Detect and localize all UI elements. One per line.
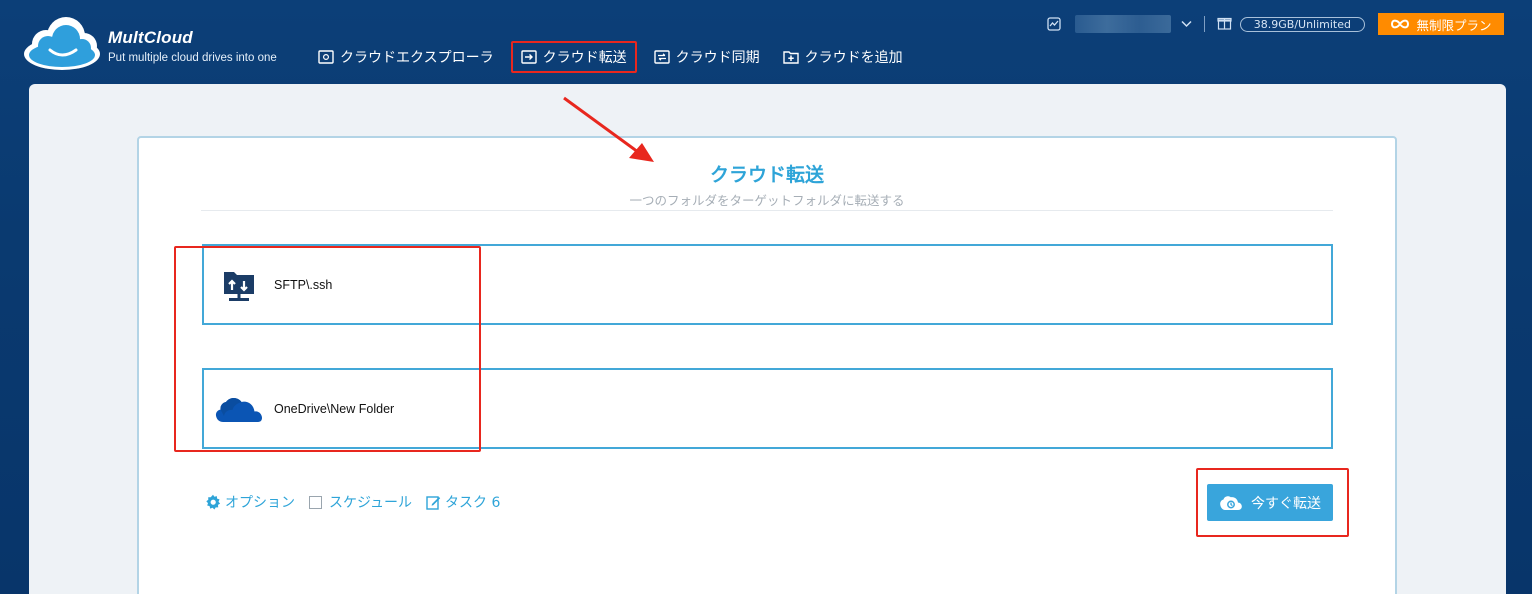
cloud-explorer-icon (318, 50, 334, 64)
storage-quota: 38.9GB/Unlimited (1239, 16, 1365, 32)
options-link[interactable]: オプション (205, 492, 295, 512)
nav-add-cloud[interactable]: クラウドを追加 (777, 43, 909, 71)
account-area: 38.9GB/Unlimited 無制限プラン (1047, 12, 1504, 36)
edit-icon (426, 495, 441, 510)
cloud-transfer-icon (1220, 495, 1242, 510)
transfer-now-label: 今すぐ転送 (1251, 495, 1321, 512)
onedrive-icon (215, 397, 262, 422)
task-name-link[interactable]: タスク 6 (426, 492, 500, 512)
unlimited-plan-button[interactable]: 無制限プラン (1378, 13, 1504, 35)
brand-tagline: Put multiple cloud drives into one (108, 52, 277, 64)
chevron-down-icon[interactable] (1181, 17, 1192, 31)
activity-icon[interactable] (1047, 17, 1061, 31)
page-title: クラウド転送 (709, 164, 824, 186)
infinity-icon (1391, 19, 1410, 29)
schedule-label: スケジュール (329, 495, 413, 511)
cloud-sync-icon (653, 50, 670, 64)
main-nav: クラウドエクスプローラ クラウド転送 クラウド同期 クラウドを追加 (312, 40, 920, 74)
options-label: オプション (225, 495, 295, 511)
nav-label: クラウド同期 (675, 50, 760, 66)
add-cloud-icon (782, 51, 799, 64)
target-folder-selector[interactable]: OneDrive\New Folder (202, 368, 1333, 449)
nav-label: クラウドを追加 (804, 50, 903, 66)
unlimited-plan-label: 無制限プラン (1416, 17, 1492, 33)
title-divider (201, 210, 1333, 211)
page-subtitle: 一つのフォルダをターゲットフォルダに転送する (629, 193, 905, 208)
cloud-transfer-card: クラウド転送 一つのフォルダをターゲットフォルダに転送する SFTP\.ssh (137, 136, 1397, 594)
multcloud-logo[interactable]: MultCloud Put multiple cloud drives into… (20, 14, 300, 72)
top-header: MultCloud Put multiple cloud drives into… (0, 0, 1532, 84)
cloud-transfer-icon (520, 50, 537, 64)
nav-cloud-transfer[interactable]: クラウド転送 (510, 41, 637, 73)
source-path: SFTP\.ssh (274, 277, 333, 292)
cloud-logo-icon (24, 17, 100, 70)
transfer-now-button[interactable]: 今すぐ転送 (1207, 484, 1333, 521)
gift-icon[interactable] (1217, 15, 1232, 33)
task-name: タスク 6 (445, 495, 501, 511)
nav-label: クラウドエクスプローラ (340, 50, 494, 66)
transfer-options: オプション スケジュール タスク 6 (205, 492, 514, 512)
nav-label: クラウド転送 (542, 50, 627, 66)
nav-cloud-explorer[interactable]: クラウドエクスプローラ (312, 43, 500, 71)
account-name[interactable] (1074, 15, 1171, 33)
sftp-icon (224, 271, 254, 301)
target-path: OneDrive\New Folder (274, 401, 395, 416)
gear-icon (206, 494, 221, 510)
divider (1203, 16, 1205, 32)
schedule-toggle[interactable]: スケジュール (309, 492, 412, 512)
nav-cloud-sync[interactable]: クラウド同期 (648, 43, 766, 71)
schedule-checkbox[interactable] (309, 495, 322, 509)
source-folder-selector[interactable]: SFTP\.ssh (202, 244, 1333, 325)
brand-name: MultCloud (108, 28, 193, 47)
main-panel: クラウド転送 一つのフォルダをターゲットフォルダに転送する SFTP\.ssh (29, 84, 1506, 594)
